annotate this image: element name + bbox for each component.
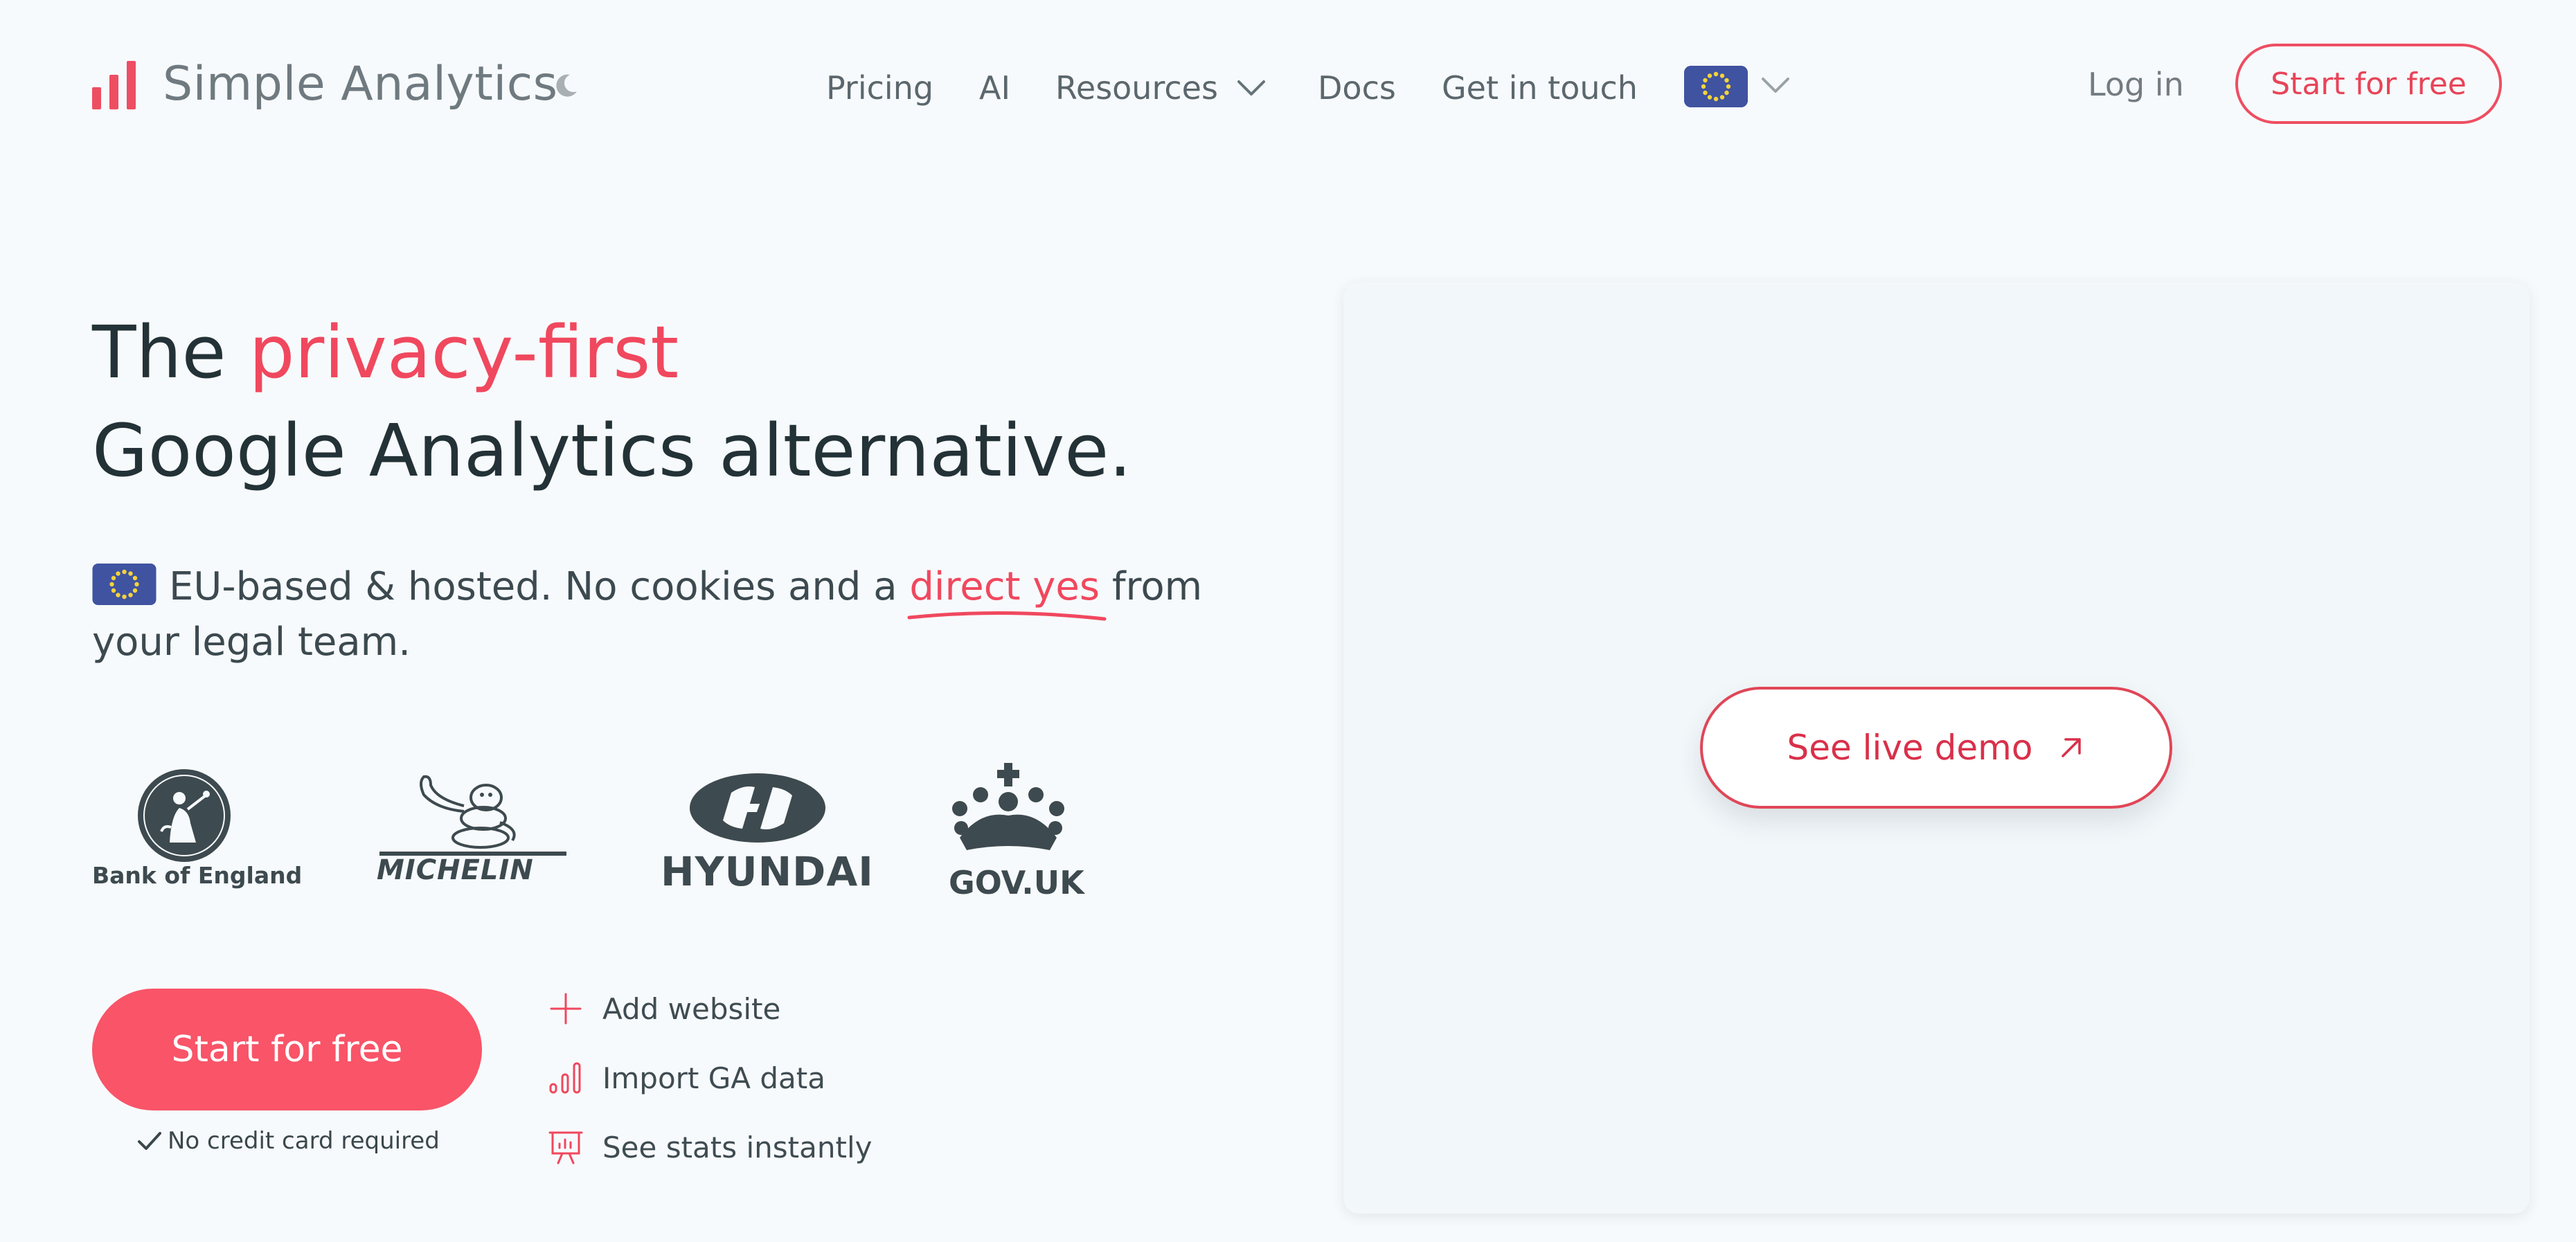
presentation-icon	[548, 1131, 583, 1164]
step-label: Import GA data	[602, 1061, 825, 1095]
no-credit-card-text: No credit card required	[168, 1127, 440, 1155]
step-see-stats: See stats instantly	[547, 1128, 872, 1166]
nav-contact[interactable]: Get in touch	[1442, 69, 1638, 107]
crown-icon	[952, 763, 1064, 850]
logo-gov-label: GOV.UK	[949, 864, 1084, 901]
bank-of-england-seal-icon	[138, 769, 231, 862]
chevron-down-icon[interactable]	[1236, 79, 1267, 97]
michelin-man-icon	[420, 775, 516, 849]
logo-hyundai: HYUNDAI	[658, 772, 873, 897]
language-selector[interactable]	[1684, 66, 1748, 107]
see-live-demo-label: See live demo	[1787, 728, 2033, 768]
logo-michelin: MICHELIN	[374, 774, 575, 886]
eu-flag-icon	[92, 564, 156, 605]
no-credit-card-note: No credit card required	[137, 1127, 440, 1155]
step-add-website: Add website	[547, 990, 780, 1027]
moon-icon[interactable]	[552, 72, 580, 100]
logo-boe-label: Bank of England	[92, 862, 303, 889]
start-free-button[interactable]: Start for free	[92, 989, 482, 1110]
arrow-up-right-icon	[2061, 738, 2082, 757]
bar-chart-icon[interactable]	[92, 61, 138, 109]
site-header: Simple Analytics Pricing AI Resources Do…	[0, 0, 2576, 173]
subtitle-part1: EU-based & hosted. No cookies and a	[169, 564, 897, 609]
hero-title-prefix: The	[92, 310, 226, 395]
brand-name[interactable]: Simple Analytics	[163, 57, 558, 111]
header-start-free-button[interactable]: Start for free	[2235, 44, 2502, 124]
step-label: See stats instantly	[602, 1130, 873, 1164]
chevron-down-icon[interactable]	[1760, 76, 1791, 94]
nav-resources[interactable]: Resources	[1055, 69, 1218, 107]
logo-gov-uk: GOV.UK	[942, 762, 1084, 901]
step-label: Add website	[602, 991, 781, 1026]
logo-michelin-label: MICHELIN	[377, 854, 534, 886]
hyundai-emblem-icon	[690, 773, 825, 843]
subtitle-accent: direct yes	[907, 559, 1107, 621]
hero-title-line2: Google Analytics alternative.	[92, 408, 1132, 493]
logo-bank-of-england: Bank of England	[92, 765, 302, 897]
hero-title-accent: privacy-first	[249, 310, 679, 395]
nav-pricing[interactable]: Pricing	[826, 69, 933, 107]
see-live-demo-button[interactable]: See live demo	[1700, 687, 2172, 809]
eu-flag-icon	[1684, 66, 1748, 107]
plus-icon	[550, 993, 582, 1025]
logo-hyundai-label: HYUNDAI	[661, 848, 874, 895]
step-import-ga: Import GA data	[547, 1059, 825, 1097]
nav-docs[interactable]: Docs	[1318, 69, 1396, 107]
nav-ai[interactable]: AI	[979, 69, 1010, 107]
login-link[interactable]: Log in	[2088, 66, 2184, 103]
check-icon	[138, 1132, 161, 1150]
hero-title-line1: The privacy-first	[92, 310, 679, 395]
hero-subtitle: EU-based & hosted. No cookies and a dire…	[92, 559, 1214, 670]
underline-swoosh	[907, 611, 1107, 621]
chart-icon	[549, 1062, 581, 1094]
